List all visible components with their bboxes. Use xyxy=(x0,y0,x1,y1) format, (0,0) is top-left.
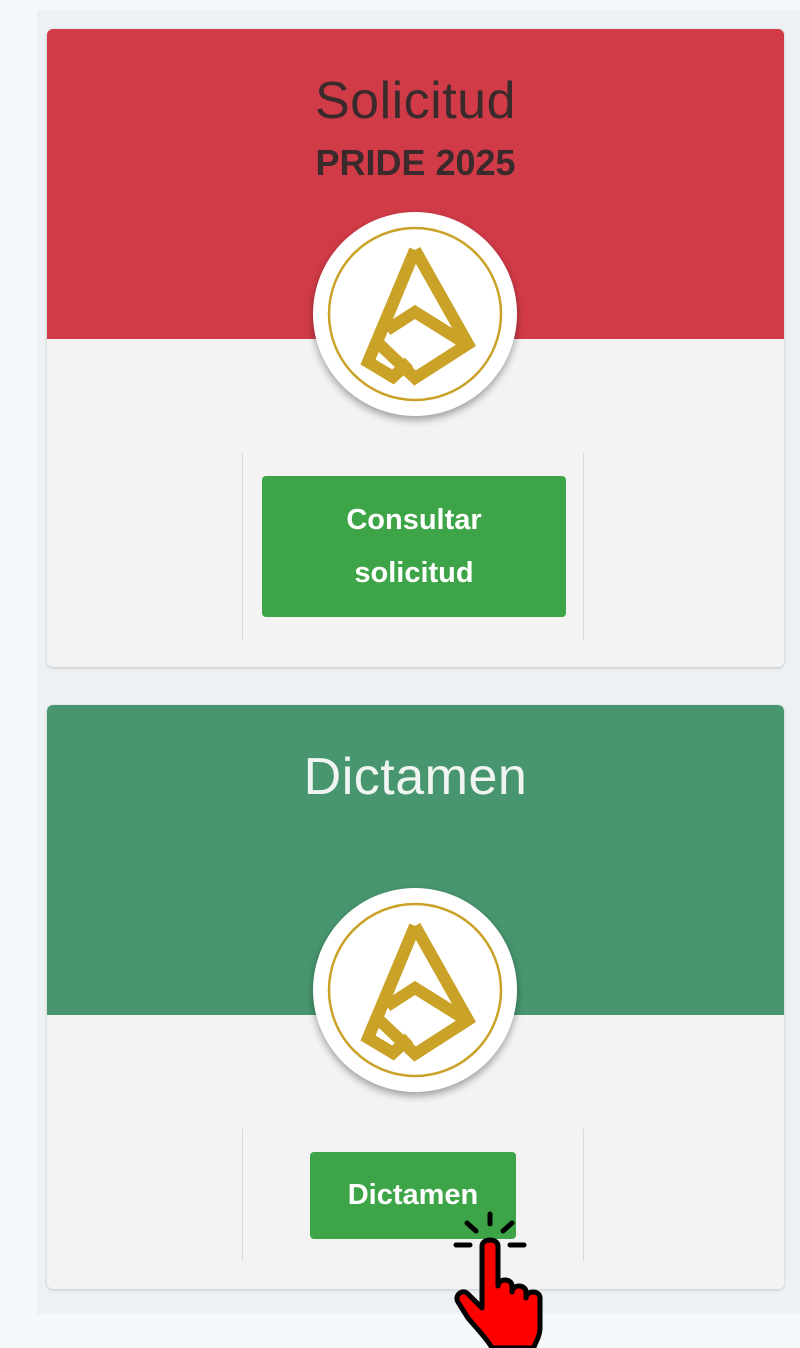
gold-triangle-logo-icon xyxy=(313,212,517,416)
left-divider xyxy=(242,1129,243,1261)
consultar-solicitud-button[interactable]: Consultar solicitud xyxy=(262,476,566,617)
right-divider xyxy=(583,1129,584,1261)
solicitud-card-subtitle: PRIDE 2025 xyxy=(315,142,516,183)
solicitud-card: Solicitud PRIDE 2025 Consultar solicitud xyxy=(47,29,784,667)
dictamen-card-title: Dictamen xyxy=(303,748,528,806)
dictamen-card: Dictamen Dictamen xyxy=(47,705,784,1289)
hand-pointer-cursor-icon xyxy=(453,1211,543,1348)
solicitud-card-title: Solicitud xyxy=(314,72,517,130)
button-label-line1: Consultar xyxy=(346,504,482,536)
button-label-line2: solicitud xyxy=(354,557,474,589)
right-divider xyxy=(583,453,584,641)
left-divider xyxy=(242,453,243,641)
gold-triangle-logo-icon xyxy=(313,888,517,1092)
